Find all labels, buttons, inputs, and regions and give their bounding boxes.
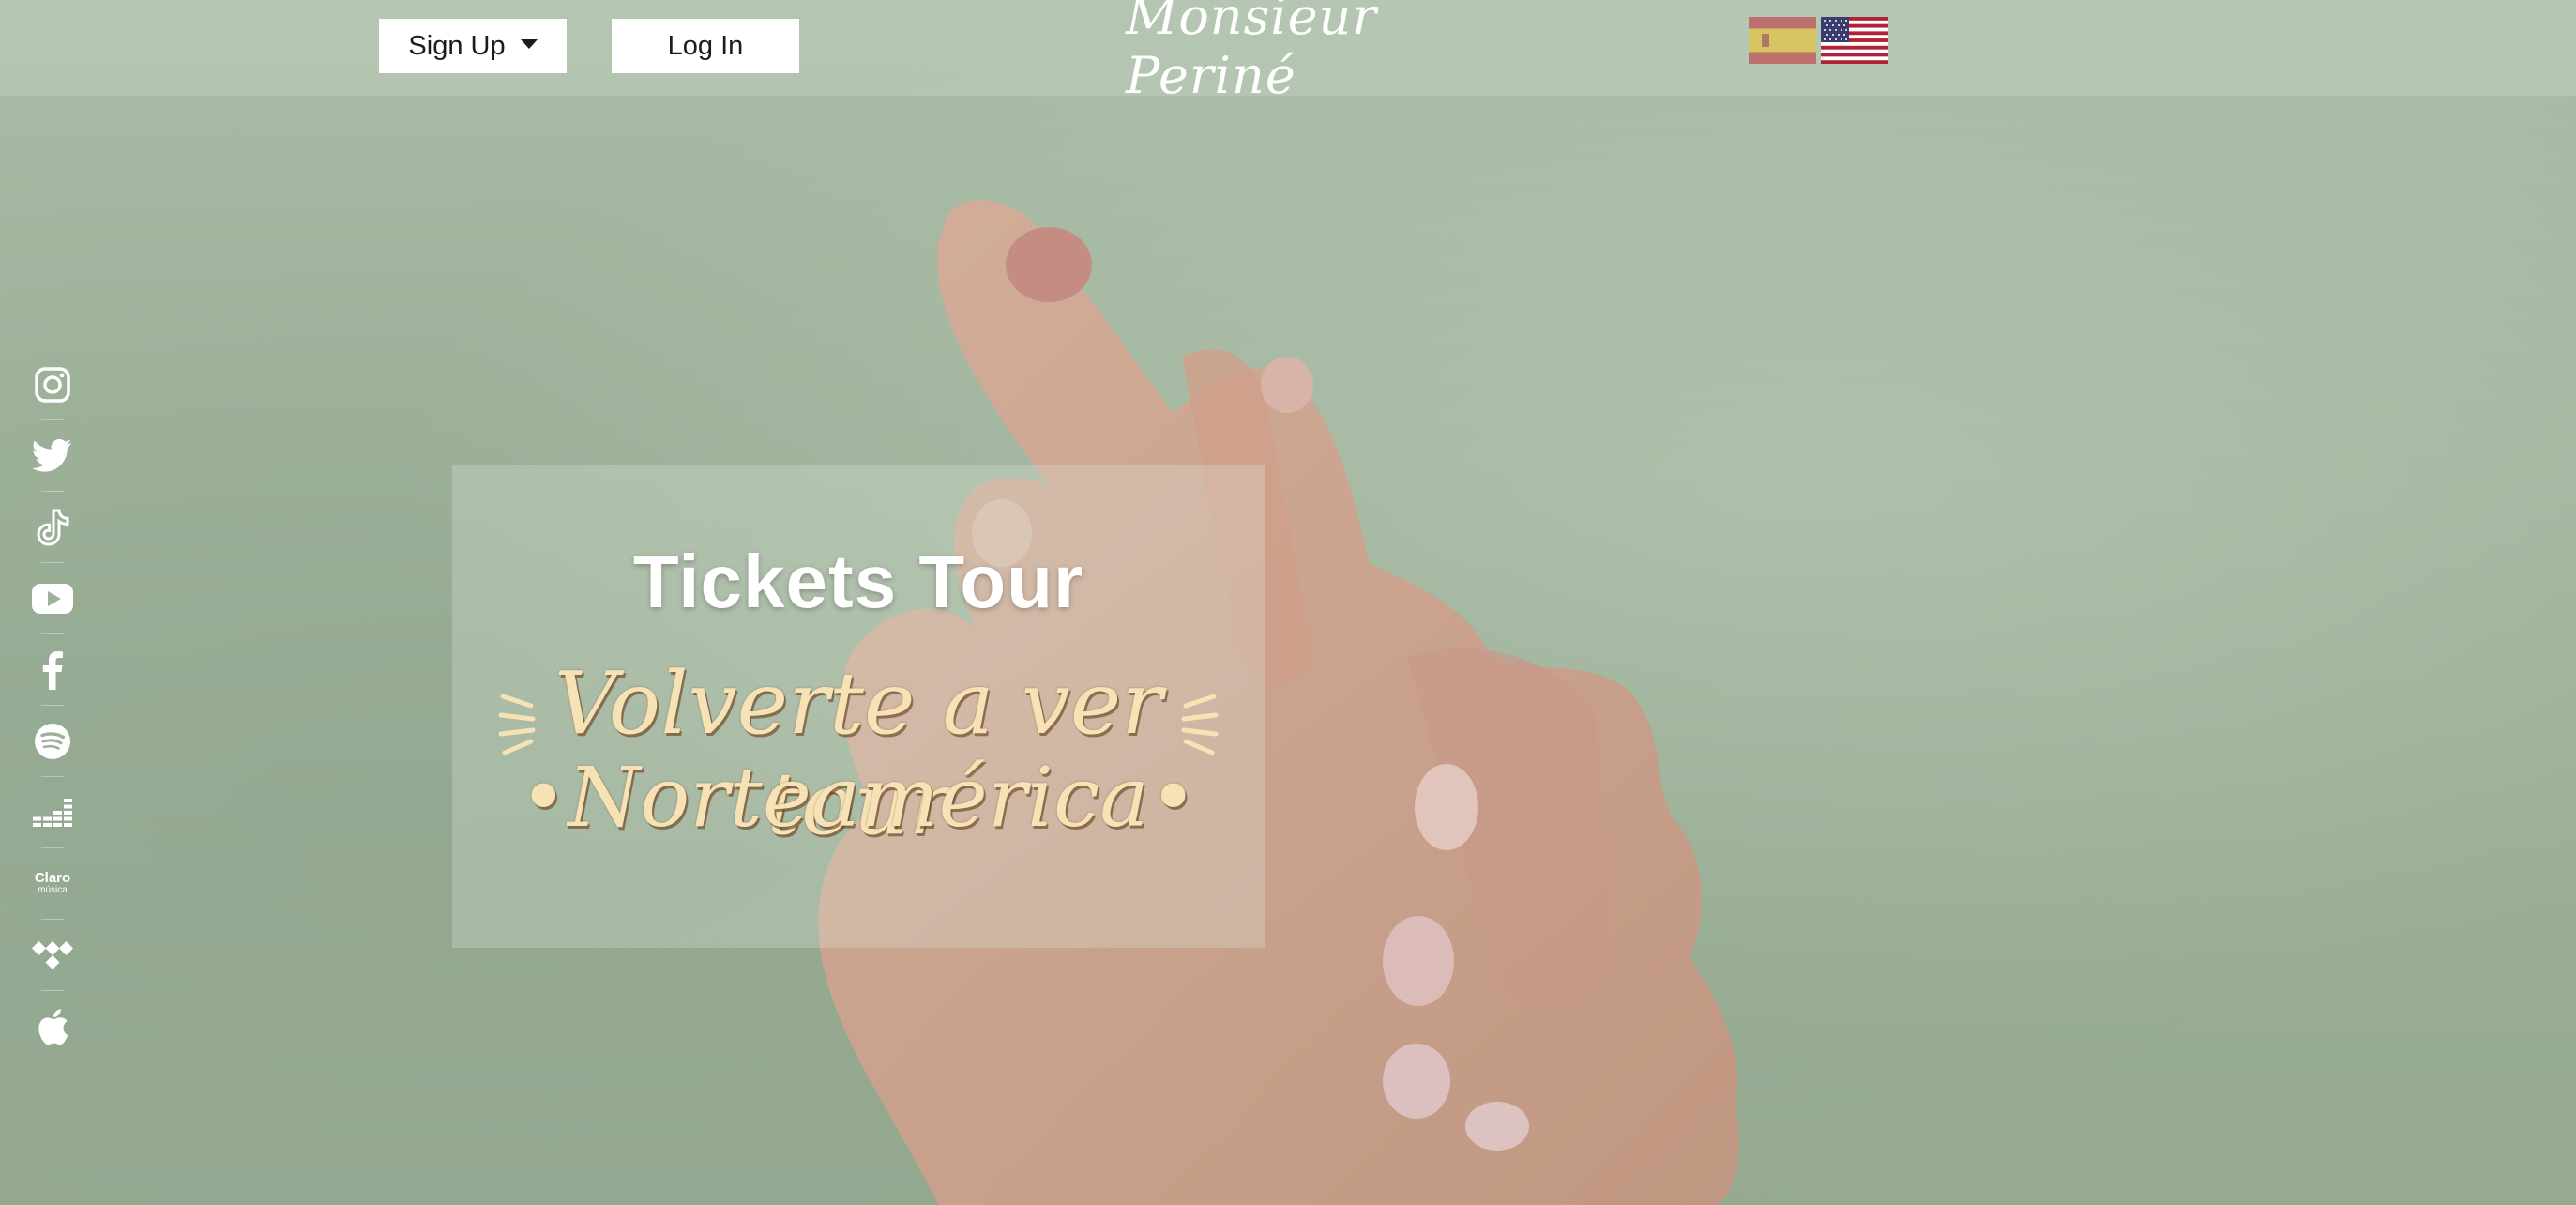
claro-logo-subtext: música [38, 885, 68, 895]
twitter-link[interactable] [30, 420, 75, 492]
instagram-link[interactable] [30, 349, 75, 420]
facebook-link[interactable] [30, 634, 75, 706]
signup-label: Sign Up [408, 30, 506, 61]
top-navigation-bar: Sign Up Log In Monsieur Periné [0, 0, 2576, 105]
usa-flag-icon[interactable] [1821, 17, 1888, 64]
tiktok-link[interactable] [30, 492, 75, 563]
instagram-icon [35, 367, 70, 403]
tidal-icon [32, 941, 73, 969]
tiktok-icon [37, 509, 69, 546]
login-label: Log In [667, 30, 744, 61]
claro-musica-icon: Claro música [35, 871, 70, 896]
apple-music-link[interactable] [30, 991, 75, 1062]
youtube-icon [32, 584, 73, 614]
deezer-icon [33, 799, 72, 827]
hero-title: Tickets Tour [632, 540, 1084, 623]
claro-musica-link[interactable]: Claro música [30, 848, 75, 920]
background-photo [0, 0, 2576, 1205]
hand-illustration [818, 200, 1739, 1205]
chevron-down-icon [520, 39, 538, 49]
login-button[interactable]: Log In [612, 19, 799, 73]
deezer-link[interactable] [30, 777, 75, 848]
twitter-icon [33, 439, 71, 472]
spotify-icon [35, 724, 70, 759]
facebook-icon [42, 651, 63, 690]
spain-flag-icon[interactable] [1749, 17, 1816, 64]
signup-dropdown-button[interactable]: Sign Up [379, 19, 567, 73]
tour-tickets-card[interactable]: Tickets Tour Volverte a ver tour •Nortea… [452, 465, 1265, 948]
social-links-sidebar: Claro música [30, 349, 75, 1062]
tidal-link[interactable] [30, 920, 75, 991]
spotify-link[interactable] [30, 706, 75, 777]
youtube-link[interactable] [30, 563, 75, 634]
tour-region: •Norteamérica• [519, 749, 1198, 846]
apple-icon [38, 1009, 68, 1045]
brand-logo[interactable]: Monsieur Periné [1126, 0, 1463, 105]
